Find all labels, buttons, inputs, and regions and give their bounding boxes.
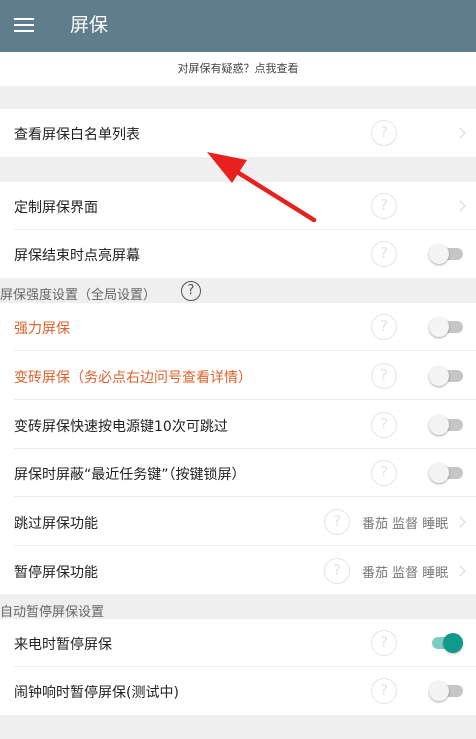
annotation-arrow-icon (207, 152, 317, 223)
